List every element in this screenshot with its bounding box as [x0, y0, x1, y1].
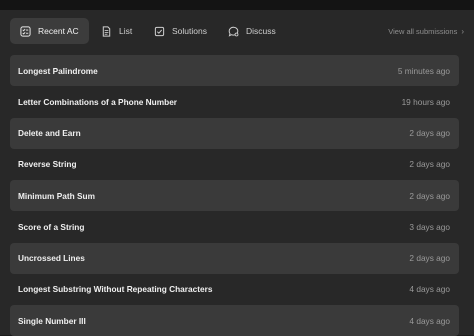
submission-time: 4 days ago — [409, 315, 450, 326]
check-square-icon — [154, 26, 165, 37]
tab-label: Recent AC — [38, 26, 79, 36]
tab-bar: Recent AC List Solutions Discuss View al… — [10, 18, 464, 44]
problem-title: Minimum Path Sum — [18, 190, 95, 201]
submission-row[interactable]: Minimum Path Sum 2 days ago — [10, 180, 459, 212]
chevron-right-icon: › — [461, 26, 464, 36]
tab-solutions[interactable]: Solutions — [144, 18, 216, 44]
checklist-icon — [20, 25, 31, 37]
submission-row[interactable]: Single Number III 4 days ago — [10, 305, 459, 336]
problem-title: Score of a String — [18, 221, 85, 232]
submission-time: 2 days ago — [409, 253, 450, 264]
tab-discuss[interactable]: Discuss — [218, 18, 288, 44]
submission-time: 2 days ago — [409, 128, 450, 139]
submission-list: Longest Palindrome 5 minutes ago Letter … — [10, 55, 459, 336]
submission-row[interactable]: Longest Substring Without Repeating Char… — [10, 274, 459, 305]
submission-row[interactable]: Letter Combinations of a Phone Number 19… — [10, 86, 459, 117]
problem-title: Uncrossed Lines — [18, 253, 85, 264]
problem-title: Delete and Earn — [18, 128, 81, 139]
tab-list[interactable]: List — [91, 18, 141, 44]
submission-row[interactable]: Longest Palindrome 5 minutes ago — [10, 55, 459, 87]
submission-time: 2 days ago — [409, 190, 450, 201]
view-all-label: View all submissions — [388, 26, 458, 36]
tab-label: Solutions — [172, 26, 207, 36]
problem-title: Longest Palindrome — [18, 65, 98, 76]
submission-time: 2 days ago — [409, 159, 450, 170]
document-icon — [101, 25, 112, 37]
submission-time: 4 days ago — [409, 284, 450, 295]
problem-title: Longest Substring Without Repeating Char… — [18, 284, 213, 295]
problem-title: Reverse String — [18, 159, 77, 170]
submission-time: 19 hours ago — [401, 96, 450, 107]
problem-title: Single Number III — [18, 315, 86, 326]
tab-recent-ac[interactable]: Recent AC — [10, 18, 89, 44]
submission-time: 3 days ago — [409, 221, 450, 232]
tab-label: List — [119, 26, 133, 36]
view-all-submissions-link[interactable]: View all submissions › — [388, 18, 464, 44]
problem-title: Letter Combinations of a Phone Number — [18, 96, 178, 107]
recent-submissions-panel: Recent AC List Solutions Discuss View al… — [0, 10, 474, 336]
submission-row[interactable]: Reverse String 2 days ago — [10, 149, 459, 180]
top-edge — [0, 0, 474, 10]
submission-row[interactable]: Uncrossed Lines 2 days ago — [10, 242, 459, 274]
submission-row[interactable]: Delete and Earn 2 days ago — [10, 117, 459, 149]
tab-label: Discuss — [246, 26, 276, 36]
chat-bubble-icon — [228, 26, 239, 37]
submission-time: 5 minutes ago — [397, 65, 450, 76]
submission-row[interactable]: Score of a String 3 days ago — [10, 211, 459, 242]
